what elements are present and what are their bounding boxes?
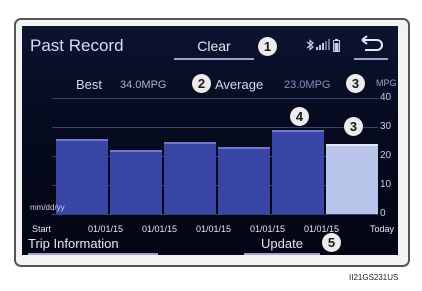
callout-5: 5 xyxy=(322,233,341,252)
signal-bars-icon xyxy=(316,39,330,50)
y-tick-label: 20 xyxy=(380,150,392,161)
gridline xyxy=(52,127,378,128)
callout-4: 4 xyxy=(290,107,309,126)
callout-3: 3 xyxy=(346,74,365,93)
average-value: 23.0MPG xyxy=(284,79,331,91)
bar xyxy=(164,141,216,214)
image-code: II21GS231US xyxy=(349,273,399,282)
y-tick-label: 40 xyxy=(380,92,392,103)
update-button[interactable]: Update xyxy=(244,235,320,255)
best-label: Best xyxy=(76,77,103,92)
trip-information-button[interactable]: Trip Information xyxy=(28,235,158,255)
back-arrow-icon xyxy=(361,35,383,51)
callout-2: 2 xyxy=(192,74,211,93)
past-record-screen: Past Record Clear Best 34.0MPG Average 2… xyxy=(22,26,398,255)
best-value: 34.0MPG xyxy=(120,79,167,91)
y-tick-label: 10 xyxy=(380,179,392,190)
x-tick-label: Today xyxy=(370,224,395,234)
x-tick-label: 01/01/15 xyxy=(196,224,232,234)
average-label: Average xyxy=(215,77,264,92)
bar xyxy=(272,129,324,214)
y-tick-label: 0 xyxy=(380,208,386,219)
y-axis-unit: MPG xyxy=(376,78,397,88)
y-tick-label: 30 xyxy=(380,121,392,132)
bluetooth-icon xyxy=(306,39,314,51)
page-title: Past Record xyxy=(30,36,124,55)
date-format-label: mm/dd/yy xyxy=(30,203,65,212)
gridline xyxy=(52,214,378,215)
gridline xyxy=(52,98,378,99)
callout-1: 1 xyxy=(258,37,277,56)
callout-3b: 3 xyxy=(344,117,363,136)
battery-icon xyxy=(333,39,340,52)
clear-button[interactable]: Clear xyxy=(174,35,254,60)
bar xyxy=(218,147,270,214)
x-tick-label: 01/01/15 xyxy=(142,224,178,234)
bar xyxy=(110,150,162,214)
x-tick-label: 01/01/15 xyxy=(250,224,286,234)
bar-today xyxy=(326,144,378,214)
back-button[interactable] xyxy=(354,34,388,60)
x-tick-label: 01/01/15 xyxy=(88,224,124,234)
x-tick-label: Start xyxy=(32,224,52,234)
